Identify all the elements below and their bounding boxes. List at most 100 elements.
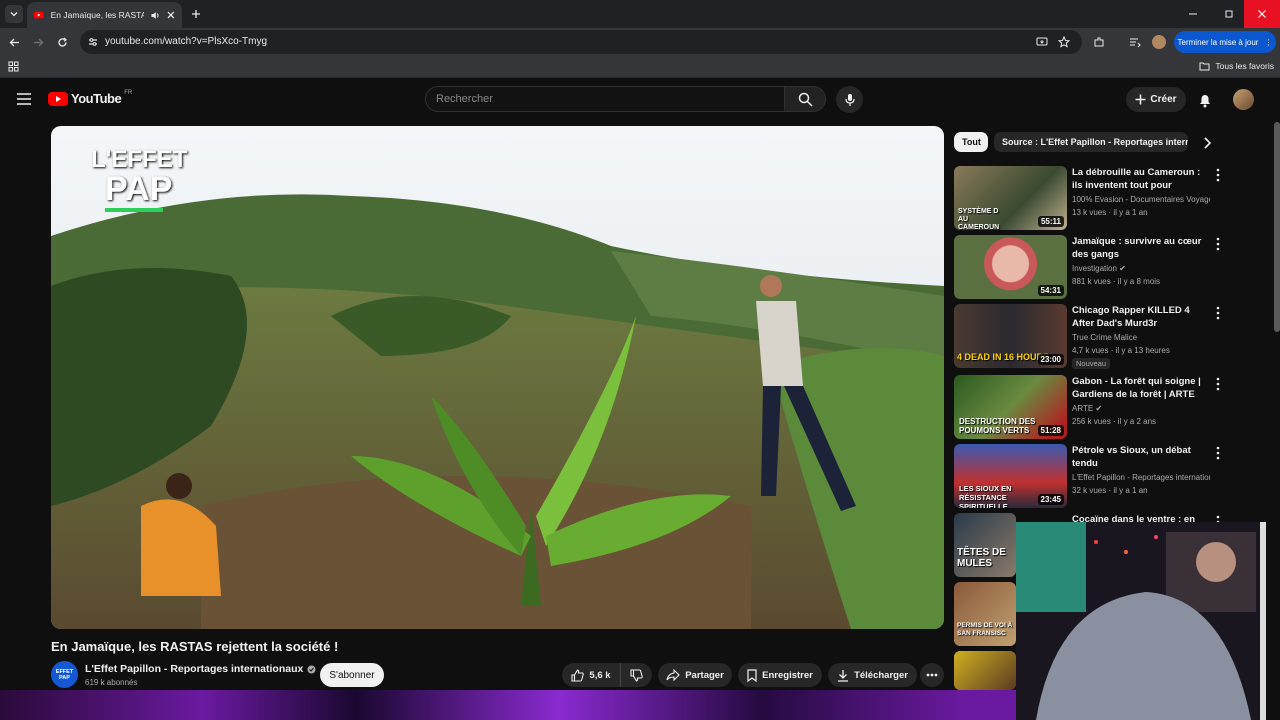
account-avatar[interactable] — [1233, 89, 1254, 110]
subscriber-count: 619 k abonnés — [85, 678, 138, 687]
video-title: En Jamaïque, les RASTAS rejettent la soc… — [51, 639, 339, 654]
thumbnail-caption: SYSTÈME D AU CAMEROUN — [958, 208, 1000, 230]
video-thumbnail[interactable]: DESTRUCTION DES POUMONS VERTS 51:28 — [954, 375, 1067, 439]
recommendation-title: Pétrole vs Sioux, un débat tendu — [1072, 445, 1191, 469]
voice-search-button[interactable] — [836, 86, 863, 113]
restore-icon — [1225, 10, 1233, 18]
video-thumbnail[interactable]: LES SIOUX EN RÉSISTANCE SPIRITUELLE 23:4… — [954, 444, 1067, 508]
download-button[interactable]: Télécharger — [828, 663, 917, 687]
reload-icon[interactable] — [57, 37, 68, 48]
back-arrow-icon[interactable] — [9, 37, 20, 48]
profile-avatar[interactable] — [1152, 35, 1166, 49]
recommendation-channel: L'Effet Papillon - Reportages internatio… — [1072, 473, 1210, 482]
recommendation-channel: ARTE ✔ — [1072, 404, 1210, 413]
new-tab-button[interactable] — [188, 6, 204, 22]
audio-playing-icon[interactable] — [150, 10, 161, 21]
all-bookmarks-label: Tous les favoris — [1215, 61, 1274, 71]
save-button[interactable]: Enregistrer — [738, 663, 822, 687]
webcam-feed — [1016, 522, 1266, 720]
create-button[interactable]: Créer — [1126, 87, 1186, 112]
subscribe-button[interactable]: S'abonner — [320, 663, 384, 687]
youtube-play-logo-icon — [48, 91, 68, 106]
share-button[interactable]: Partager — [658, 663, 732, 687]
like-button[interactable]: 5,6 k — [562, 663, 620, 687]
reading-list-icon[interactable] — [1129, 36, 1141, 48]
chip-source[interactable]: Source : L'Effet Papillon - Reportages i… — [994, 132, 1188, 152]
search-input[interactable]: Rechercher — [425, 86, 785, 112]
url-text: youtube.com/watch?v=PlsXco-Tmyg — [105, 36, 268, 47]
all-bookmarks-button[interactable]: Tous les favoris — [1199, 61, 1274, 71]
channel-watermark: L'EFFET PAP — [91, 148, 187, 212]
window-restore-button[interactable] — [1214, 0, 1244, 28]
recommendation-title: Jamaïque : survivre au cœur des gangs — [1072, 236, 1202, 260]
more-vert-icon[interactable] — [1214, 168, 1222, 182]
more-vert-icon[interactable] — [1214, 306, 1222, 320]
dislike-button[interactable] — [620, 663, 652, 687]
thumbnail-caption: PERMIS DE VOI À SAN FRANSISC — [957, 622, 1013, 637]
recommendation-item[interactable]: 4 DEAD IN 16 HOURS 23:00 Chicago Rapper … — [954, 304, 1224, 370]
install-app-icon[interactable] — [1036, 36, 1048, 48]
bookmark-star-icon[interactable] — [1058, 36, 1070, 48]
video-thumbnail[interactable] — [954, 651, 1016, 690]
site-info-icon[interactable] — [87, 36, 99, 48]
window-minimize-button[interactable] — [1178, 0, 1208, 28]
filter-chips: Tout Source : L'Effet Papillon - Reporta… — [954, 132, 1224, 154]
recommendation-channel: Investigation ✔ — [1072, 264, 1210, 273]
thumbs-down-icon — [630, 668, 643, 682]
thumbnail-caption: DESTRUCTION DES POUMONS VERTS — [959, 417, 1036, 435]
page-scrollbar[interactable] — [1274, 122, 1280, 332]
more-vert-icon[interactable] — [1214, 237, 1222, 251]
video-thumbnail[interactable]: TÊTES DE MULES — [954, 513, 1016, 577]
channel-avatar[interactable]: EFFET PAP — [51, 661, 78, 688]
video-thumbnail[interactable]: PERMIS DE VOI À SAN FRANSISC — [954, 582, 1016, 646]
recommendation-meta: 32 k vues · il y a 1 an — [1072, 486, 1148, 495]
thumbnail-caption: LES SIOUX EN RÉSISTANCE SPIRITUELLE — [959, 484, 1012, 508]
recommendation-item[interactable]: DESTRUCTION DES POUMONS VERTS 51:28 Gabo… — [954, 375, 1224, 441]
hamburger-menu-icon[interactable] — [17, 93, 31, 105]
chip-all[interactable]: Tout — [954, 132, 988, 152]
like-count: 5,6 k — [589, 669, 611, 681]
window-close-button[interactable] — [1244, 0, 1280, 28]
download-label: Télécharger — [854, 669, 908, 681]
more-actions-button[interactable] — [920, 663, 944, 687]
video-thumbnail[interactable]: 54:31 — [954, 235, 1067, 299]
more-vert-icon[interactable] — [1214, 446, 1222, 460]
forward-arrow-icon[interactable] — [33, 37, 44, 48]
channel-label: Investigation — [1072, 264, 1117, 273]
chip-all-label: Tout — [962, 137, 981, 147]
update-chrome-button[interactable]: Terminer la mise à jour ⋮ — [1174, 31, 1276, 53]
youtube-logo[interactable]: YouTube FR — [48, 90, 132, 106]
recommendation-item[interactable]: 54:31 Jamaïque : survivre au cœur des ga… — [954, 235, 1224, 301]
channel-label: ARTE — [1072, 404, 1094, 413]
tab-close-icon[interactable] — [166, 10, 176, 20]
channel-name: L'Effet Papillon - Reportages internatio… — [85, 663, 304, 675]
search-button[interactable] — [784, 86, 826, 112]
verified-badge-icon: ✔ — [1119, 264, 1126, 273]
extensions-icon[interactable] — [1093, 36, 1105, 48]
channel-name-link[interactable]: L'Effet Papillon - Reportages internatio… — [85, 663, 316, 675]
address-bar[interactable]: youtube.com/watch?v=PlsXco-Tmyg — [80, 30, 1082, 54]
bookmark-icon — [747, 668, 757, 682]
more-vert-icon[interactable] — [1214, 377, 1222, 391]
recommendation-channel: 100% Evasion - Documentaires Voyages — [1072, 195, 1210, 204]
recommendation-item[interactable]: SYSTÈME D AU CAMEROUN 55:11 La débrouill… — [954, 166, 1224, 232]
video-duration: 23:00 — [1037, 354, 1064, 365]
subscribe-label: S'abonner — [329, 669, 375, 681]
recommendation-item[interactable]: LES SIOUX EN RÉSISTANCE SPIRITUELLE 23:4… — [954, 444, 1224, 510]
tab-search-button[interactable] — [5, 5, 23, 23]
youtube-wordmark: YouTube — [71, 91, 122, 106]
more-horiz-icon — [926, 673, 938, 677]
video-thumbnail[interactable]: SYSTÈME D AU CAMEROUN 55:11 — [954, 166, 1067, 230]
webcam-overlay — [1016, 522, 1266, 720]
video-actions-row: EFFET PAP L'Effet Papillon - Reportages … — [51, 660, 944, 690]
thumbnail-caption: TÊTES DE MULES — [957, 547, 1006, 569]
browser-toolbar: youtube.com/watch?v=PlsXco-Tmyg Terminer… — [0, 28, 1280, 56]
apps-grid-icon[interactable] — [8, 61, 19, 72]
notifications-bell-icon[interactable] — [1198, 92, 1212, 108]
video-player[interactable]: L'EFFET PAP — [51, 126, 944, 629]
close-icon — [1258, 10, 1266, 18]
chevron-right-icon[interactable] — [1202, 137, 1212, 149]
browser-tab-active[interactable]: En Jamaïque, les RASTAS re — [27, 2, 182, 28]
video-thumbnail[interactable]: 4 DEAD IN 16 HOURS 23:00 — [954, 304, 1067, 368]
verified-badge-icon — [307, 665, 316, 673]
